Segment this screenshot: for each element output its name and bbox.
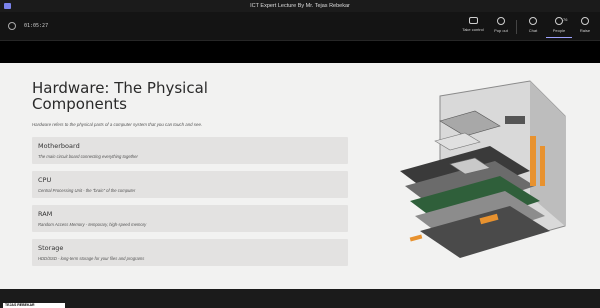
card-heading: Motherboard bbox=[38, 142, 80, 150]
window-title: ICT Expert Lecture By Mr. Tejas Rebekar bbox=[250, 3, 350, 9]
chat-icon bbox=[529, 17, 537, 25]
people-icon bbox=[555, 17, 563, 25]
card-description: Random Access Memory - temporary, high-s… bbox=[38, 222, 147, 227]
exploded-computer-illustration bbox=[400, 80, 566, 258]
card-ram: RAM Random Access Memory - temporary, hi… bbox=[32, 205, 348, 232]
slide-intro: Hardware refers to the physical parts of… bbox=[32, 122, 203, 127]
slide-title: Hardware: The Physical Components bbox=[32, 79, 208, 113]
people-button[interactable]: 76 People bbox=[546, 17, 572, 38]
chat-label: Chat bbox=[528, 28, 538, 33]
raise-label: Raise bbox=[579, 28, 591, 33]
card-cpu: CPU Central Processing Unit - the "brain… bbox=[32, 171, 348, 198]
raise-hand-icon bbox=[581, 17, 589, 25]
people-label: People bbox=[552, 28, 566, 33]
people-count: 76 bbox=[563, 17, 568, 22]
meeting-timer: 01:05:27 bbox=[24, 23, 49, 29]
card-motherboard: Motherboard The main circuit board conne… bbox=[32, 137, 348, 164]
chat-button[interactable]: Chat bbox=[520, 17, 546, 37]
pop-out-button[interactable]: Pop out bbox=[488, 17, 514, 37]
title-bar: ICT Expert Lecture By Mr. Tejas Rebekar bbox=[0, 0, 600, 12]
raise-hand-button[interactable]: Raise bbox=[572, 17, 598, 37]
screen-share-icon bbox=[468, 17, 478, 24]
card-heading: CPU bbox=[38, 176, 52, 184]
card-heading: Storage bbox=[38, 244, 64, 252]
card-description: The main circuit board connecting everyt… bbox=[38, 154, 138, 159]
shared-slide: Hardware: The Physical Components Hardwa… bbox=[0, 63, 600, 289]
card-description: Central Processing Unit - the "brain" of… bbox=[38, 188, 136, 193]
take-control-button[interactable]: Take control bbox=[460, 17, 486, 37]
presenter-name-tag: TEJAS REBEKAR bbox=[3, 303, 65, 308]
card-description: HDD/SSD - long-term storage for your fil… bbox=[38, 256, 145, 261]
card-heading: RAM bbox=[38, 210, 53, 218]
pop-out-icon bbox=[497, 17, 505, 25]
pop-out-label: Pop out bbox=[494, 28, 508, 33]
toolbar-divider bbox=[516, 20, 517, 34]
take-control-label: Take control bbox=[462, 27, 484, 32]
bottom-bar: TEJAS REBEKAR bbox=[0, 289, 600, 308]
meeting-toolbar: 01:05:27 Take control Pop out Chat 76 Pe… bbox=[0, 12, 600, 41]
shield-icon bbox=[8, 22, 16, 30]
stage-top-gap bbox=[0, 41, 600, 63]
card-storage: Storage HDD/SSD - long-term storage for … bbox=[32, 239, 348, 266]
